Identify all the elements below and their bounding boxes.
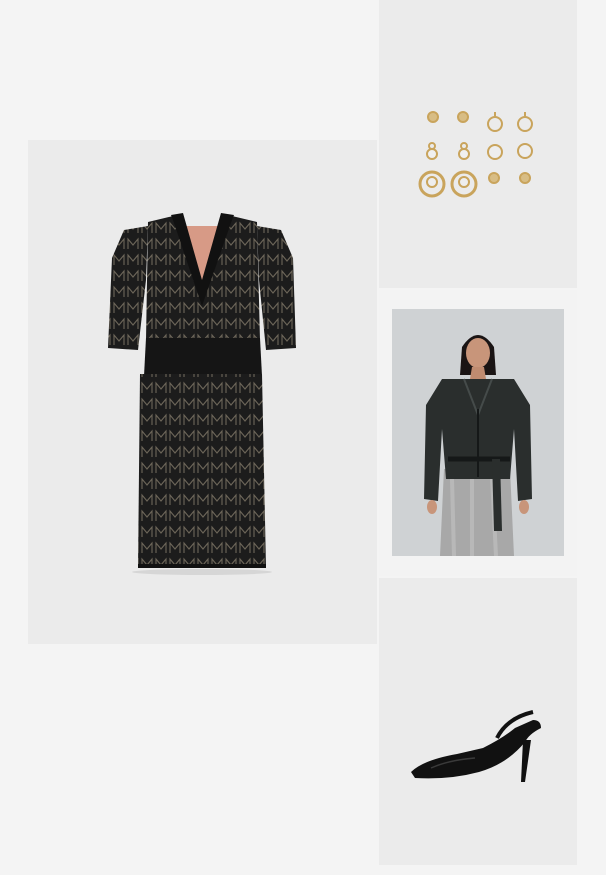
earrings-product-tile[interactable] xyxy=(379,0,577,288)
shoe-product-tile[interactable] xyxy=(379,578,577,865)
leather-jacket-model-image xyxy=(424,335,532,556)
slingback-heel-image xyxy=(411,710,541,782)
jacket-model-photo xyxy=(392,309,564,556)
earrings-set-image xyxy=(418,111,533,198)
dress-product-tile[interactable] xyxy=(28,140,377,644)
knit-dress-image xyxy=(108,213,296,575)
jacket-product-tile[interactable] xyxy=(379,290,577,576)
